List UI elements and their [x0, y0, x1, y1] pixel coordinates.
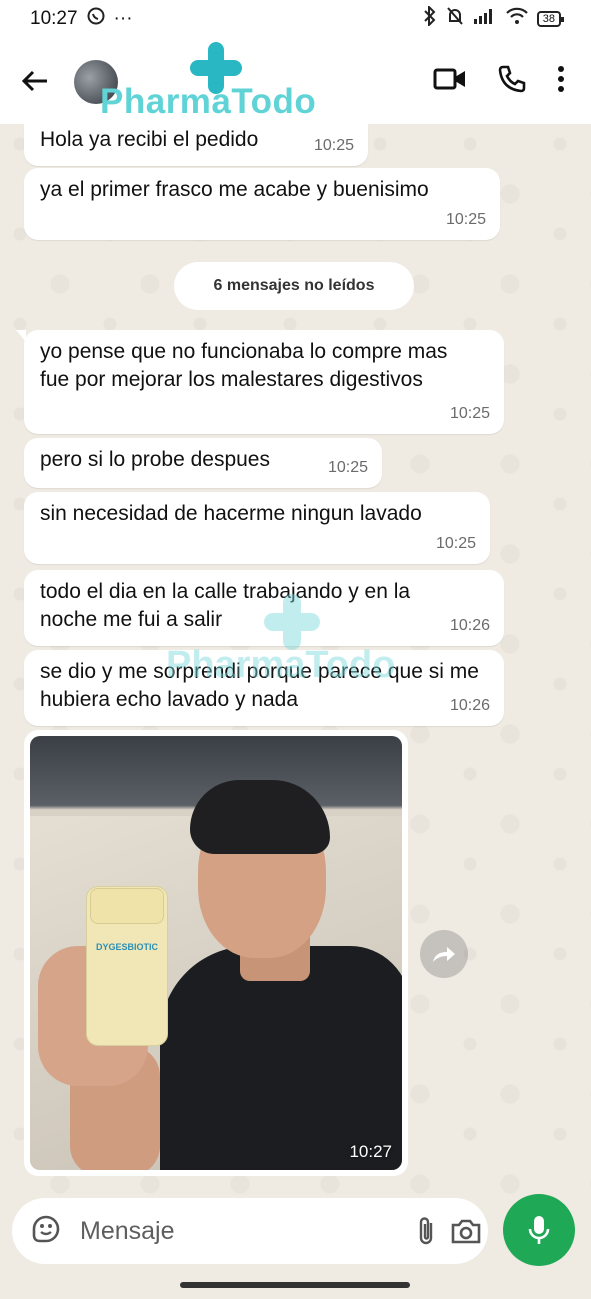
- message-time: 10:26: [449, 697, 490, 714]
- battery-icon: 38: [536, 11, 565, 27]
- message-time: 10:25: [313, 137, 354, 154]
- message-bubble[interactable]: todo el dia en la calle trabajando y en …: [24, 570, 504, 646]
- microphone-icon: [528, 1216, 550, 1244]
- home-indicator[interactable]: [180, 1282, 410, 1288]
- video-call-icon: [433, 68, 465, 89]
- paperclip-icon: [419, 1217, 433, 1245]
- message-text: pero si lo probe despues: [40, 448, 270, 471]
- wifi-icon: [505, 7, 529, 31]
- message-text: Hola ya recibi el pedido: [40, 128, 259, 151]
- forward-icon: [433, 947, 455, 962]
- more-options-button[interactable]: [557, 65, 565, 98]
- more-options-icon: [558, 65, 564, 92]
- image-time: 10:27: [349, 1142, 392, 1161]
- message-time: 10:26: [449, 617, 490, 634]
- message-input[interactable]: [62, 1216, 402, 1246]
- message-bubble[interactable]: pero si lo probe despues 10:25: [24, 438, 382, 488]
- back-button[interactable]: [0, 38, 70, 124]
- message-time: 10:25: [449, 405, 490, 422]
- message-text: sin necesidad de hacerme ningun lavado: [40, 502, 422, 525]
- message-bubble[interactable]: ya el primer frasco me acabe y buenisimo…: [24, 168, 500, 240]
- message-bubble[interactable]: Hola ya recibi el pedido 10:25: [24, 124, 368, 166]
- image-message[interactable]: DYGESBIOTIC 10:27: [24, 730, 408, 1176]
- brand-name: PharmaTodo: [100, 82, 317, 121]
- bottle-cap: [90, 888, 164, 924]
- phone-icon: [498, 65, 526, 92]
- back-arrow-icon: [21, 70, 47, 92]
- camera-icon: [451, 1219, 481, 1244]
- status-bar: 10:27 ··· 38: [0, 0, 591, 38]
- photo-man-holding-bottle[interactable]: DYGESBIOTIC 10:27: [30, 736, 402, 1170]
- notifications-muted-icon: [445, 6, 465, 32]
- message-text: yo pense que no funcionaba lo compre mas…: [40, 340, 448, 391]
- status-more-dots: ···: [113, 8, 133, 29]
- sticker-button[interactable]: [30, 1213, 62, 1250]
- voice-call-button[interactable]: [497, 64, 527, 99]
- message-bubble[interactable]: se dio y me sorprendi porque parece que …: [24, 650, 504, 726]
- chat-area[interactable]: Hola ya recibi el pedido 10:25 ya el pri…: [0, 124, 591, 1200]
- chat-header: PharmaTodo: [0, 38, 591, 124]
- photo-hair: [190, 780, 330, 854]
- bluetooth-icon: [423, 4, 437, 32]
- brand-logo: PharmaTodo: [100, 38, 340, 124]
- whatsapp-status-icon: [86, 6, 106, 32]
- message-bubble[interactable]: yo pense que no funcionaba lo compre mas…: [16, 330, 504, 434]
- message-text: ya el primer frasco me acabe y buenisimo: [40, 178, 429, 201]
- message-text: se dio y me sorprendi porque parece que …: [40, 660, 479, 711]
- status-time: 10:27: [30, 8, 78, 29]
- message-bubble[interactable]: sin necesidad de hacerme ningun lavado 1…: [24, 492, 490, 564]
- signal-icon: [473, 7, 497, 31]
- forward-button[interactable]: [420, 930, 468, 978]
- video-call-button[interactable]: [433, 67, 467, 96]
- unread-messages-banner: 6 mensajes no leídos: [174, 262, 414, 310]
- voice-message-button[interactable]: [503, 1194, 575, 1266]
- message-text: todo el dia en la calle trabajando y en …: [40, 580, 411, 631]
- message-time: 10:25: [445, 211, 486, 228]
- message-time: 10:25: [327, 459, 368, 476]
- message-input-bar: [12, 1198, 488, 1264]
- message-time: 10:25: [435, 535, 476, 552]
- camera-button[interactable]: [450, 1209, 482, 1253]
- bottle-label: DYGESBIOTIC: [96, 942, 159, 952]
- sticker-icon: [32, 1215, 60, 1242]
- attach-button[interactable]: [416, 1209, 436, 1253]
